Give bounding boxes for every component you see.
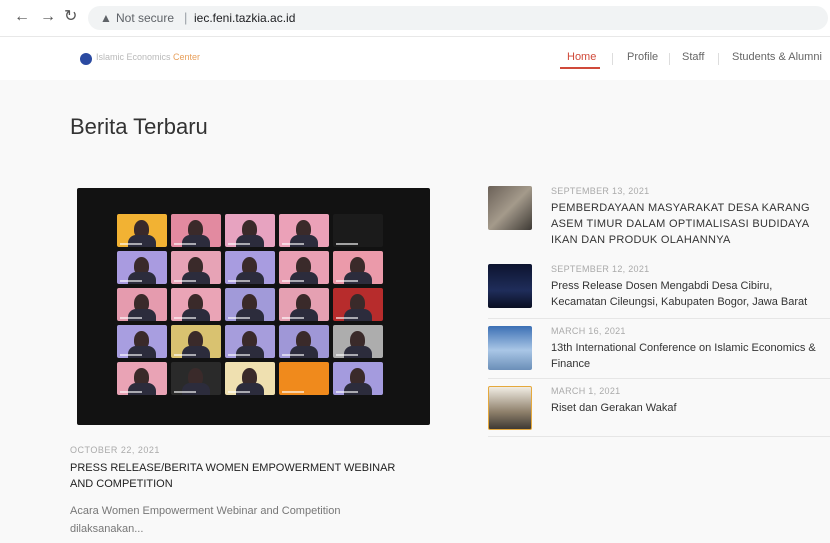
participant-tile (117, 362, 167, 395)
url-text[interactable]: iec.feni.tazkia.ac.id (194, 11, 295, 25)
participant-tile (171, 362, 221, 395)
reload-icon[interactable]: ↻ (64, 9, 77, 25)
participant-tile (225, 251, 275, 284)
news-date: MARCH 1, 2021 (551, 386, 621, 396)
news-thumbnail[interactable] (488, 326, 532, 370)
featured-date: OCTOBER 22, 2021 (70, 445, 160, 455)
participant-tile (171, 251, 221, 284)
featured-image[interactable] (77, 188, 430, 425)
participant-tile (117, 251, 167, 284)
news-divider (488, 436, 830, 437)
news-title[interactable]: Press Release Dosen Mengabdi Desa Cibiru… (551, 278, 830, 310)
participant-tile (171, 325, 221, 358)
news-item[interactable]: SEPTEMBER 12, 2021 Press Release Dosen M… (488, 264, 830, 316)
menu-divider (718, 53, 719, 65)
news-item[interactable]: MARCH 16, 2021 13th International Confer… (488, 326, 830, 372)
menu-students-alumni[interactable]: Students & Alumni (732, 51, 822, 63)
participant-tile (279, 251, 329, 284)
participant-tile (225, 288, 275, 321)
logo-text-accent: Center (170, 52, 201, 62)
site-header: Islamic Economics Center Home Profile St… (0, 36, 830, 82)
security-label: Not secure (116, 11, 175, 25)
menu-divider (669, 53, 670, 65)
participant-tile (333, 251, 383, 284)
section-title: Berita Terbaru (70, 114, 208, 139)
participant-tile (279, 214, 329, 247)
forward-icon[interactable]: → (40, 9, 56, 25)
participant-tile (225, 362, 275, 395)
participant-tile (333, 214, 383, 247)
news-thumbnail[interactable] (488, 386, 532, 430)
news-divider (488, 318, 830, 319)
news-thumbnail[interactable] (488, 264, 532, 308)
news-divider (488, 378, 830, 379)
participant-tile (117, 325, 167, 358)
participant-tile (117, 214, 167, 247)
warning-icon[interactable]: ▲ (100, 11, 112, 25)
logo-text-main: Islamic Economics (96, 52, 171, 62)
participant-tile (279, 325, 329, 358)
participant-tile (333, 288, 383, 321)
participant-tile (279, 362, 329, 395)
logo-icon[interactable] (80, 53, 92, 65)
participant-tile (171, 214, 221, 247)
news-title[interactable]: Riset dan Gerakan Wakaf (551, 400, 830, 416)
menu-divider (612, 53, 613, 65)
participant-tile (225, 325, 275, 358)
participant-tile (171, 288, 221, 321)
featured-title[interactable]: PRESS RELEASE/BERITA WOMEN EMPOWERMENT W… (70, 460, 420, 492)
participant-tile (117, 288, 167, 321)
news-title[interactable]: 13th International Conference on Islamic… (551, 340, 830, 372)
site-logo[interactable]: Islamic Economics Center (96, 52, 200, 62)
news-date: MARCH 16, 2021 (551, 326, 626, 336)
news-date: SEPTEMBER 12, 2021 (551, 264, 650, 274)
menu-active-indicator (560, 67, 600, 69)
news-item[interactable]: MARCH 1, 2021 Riset dan Gerakan Wakaf (488, 386, 830, 434)
news-thumbnail[interactable] (488, 186, 532, 230)
participant-tile (279, 288, 329, 321)
news-title[interactable]: PEMBERDAYAAN MASYARAKAT DESA KARANG ASEM… (551, 200, 830, 248)
url-separator: | (184, 10, 188, 25)
main-content: Berita Terbaru OCTOBER 22, 2021 PRESS RE… (0, 80, 830, 543)
participant-tile (225, 214, 275, 247)
menu-profile[interactable]: Profile (627, 51, 658, 63)
participant-tile (333, 325, 383, 358)
browser-toolbar: ← → ↻ ▲ Not secure | iec.feni.tazkia.ac.… (0, 0, 830, 36)
back-icon[interactable]: ← (14, 9, 30, 25)
menu-home[interactable]: Home (567, 51, 596, 63)
participant-tile (333, 362, 383, 395)
news-date: SEPTEMBER 13, 2021 (551, 186, 650, 196)
news-item[interactable]: SEPTEMBER 13, 2021 PEMBERDAYAAN MASYARAK… (488, 186, 830, 248)
featured-excerpt: Acara Women Empowerment Webinar and Comp… (70, 505, 341, 535)
address-bar[interactable]: ▲ Not secure | iec.feni.tazkia.ac.id (88, 6, 828, 30)
menu-staff[interactable]: Staff (682, 51, 704, 63)
